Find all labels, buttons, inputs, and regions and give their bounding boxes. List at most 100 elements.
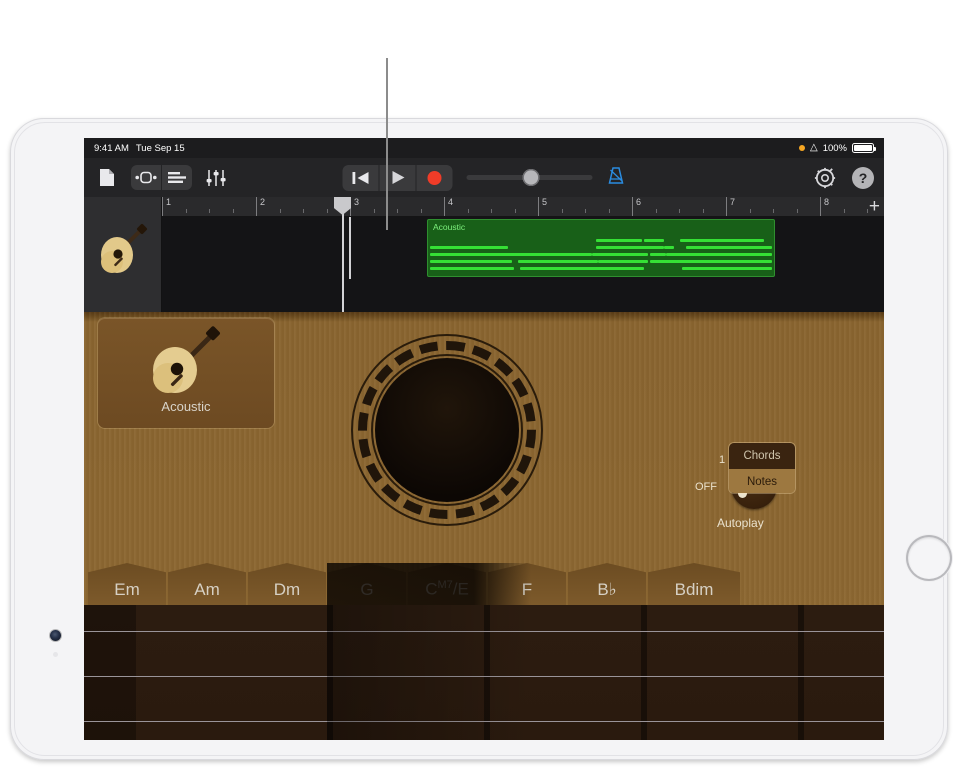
- chord-button-dm[interactable]: Dm: [248, 563, 326, 605]
- chords-mode-button[interactable]: Chords: [729, 443, 795, 469]
- chords-notes-switch: Chords Notes: [728, 442, 796, 494]
- ruler-beat-tick: [209, 209, 210, 213]
- volume-slider-thumb[interactable]: [523, 169, 540, 186]
- chord-button-cmaj7-e[interactable]: CM7/E: [408, 563, 486, 605]
- chord-label: B♭: [597, 580, 616, 600]
- chord-button-am[interactable]: Am: [168, 563, 246, 605]
- status-bar: 9:41 AM Tue Sep 15 △ 100%: [84, 138, 884, 158]
- ruler-beat-tick: [515, 209, 516, 213]
- midi-note: [682, 267, 772, 270]
- midi-note: [650, 253, 666, 256]
- tracks-area: 1 2 3 4 5 6 7 8 + Acoustic: [84, 197, 884, 312]
- region-label: Acoustic: [433, 222, 465, 232]
- track-view-button[interactable]: [162, 165, 192, 190]
- autoplay-position-1[interactable]: 1: [719, 454, 725, 466]
- midi-note: [430, 267, 514, 270]
- ipad-screen: 9:41 AM Tue Sep 15 △ 100%: [84, 138, 884, 740]
- midi-note: [684, 253, 772, 256]
- chord-button-bdim[interactable]: Bdim: [648, 563, 740, 605]
- chord-label: F: [522, 580, 532, 600]
- notes-mode-button[interactable]: Notes: [729, 469, 795, 494]
- autoplay-label: Autoplay: [717, 516, 764, 530]
- master-volume-slider[interactable]: [467, 175, 593, 180]
- mixer-button[interactable]: [201, 165, 231, 190]
- midi-note: [680, 239, 764, 242]
- ruler-bar-5: 5: [538, 197, 547, 217]
- record-icon: [428, 171, 442, 185]
- ruler-beat-tick: [303, 209, 304, 213]
- chord-button-em[interactable]: Em: [88, 563, 166, 605]
- playhead[interactable]: [342, 197, 344, 312]
- midi-note: [430, 246, 508, 249]
- ruler-bar-8: 8: [820, 197, 829, 217]
- home-button[interactable]: [908, 537, 950, 579]
- mixer-faders-icon: [206, 169, 226, 187]
- main-toolbar: ?: [84, 158, 884, 197]
- help-button[interactable]: ?: [852, 167, 874, 189]
- guitar-fretboard[interactable]: [84, 605, 884, 740]
- ruler-beat-tick: [491, 209, 492, 213]
- midi-note: [596, 246, 650, 249]
- status-date: Tue Sep 15: [136, 143, 185, 154]
- ruler-beat-tick: [585, 209, 586, 213]
- ruler-beat-tick: [374, 209, 375, 213]
- add-track-button[interactable]: +: [869, 198, 880, 215]
- midi-note: [518, 260, 598, 263]
- my-songs-button[interactable]: [92, 165, 122, 190]
- recording-indicator-dot: [799, 145, 805, 151]
- midi-note: [644, 239, 664, 242]
- chord-button-bb[interactable]: B♭: [568, 563, 646, 605]
- acoustic-guitar-icon: [139, 324, 233, 398]
- track-header[interactable]: [84, 197, 162, 312]
- callout-pointer-line: [386, 58, 388, 230]
- ruler-beat-tick: [656, 209, 657, 213]
- ruler-beat-tick: [797, 209, 798, 213]
- chord-label: Dm: [274, 580, 300, 600]
- chord-label: Am: [194, 580, 220, 600]
- transport-controls: [343, 165, 453, 191]
- midi-note: [686, 246, 772, 249]
- midi-note: [664, 246, 674, 249]
- midi-note: [646, 246, 664, 249]
- timeline-ruler[interactable]: 1 2 3 4 5 6 7 8 +: [162, 197, 884, 217]
- loop-browser-button[interactable]: [131, 165, 161, 190]
- ruler-beat-tick: [421, 209, 422, 213]
- ruler-beat-tick: [186, 209, 187, 213]
- ruler-beat-tick: [679, 209, 680, 213]
- track-view-icon: [167, 171, 187, 184]
- track-lane[interactable]: Acoustic: [162, 217, 884, 312]
- ruler-beat-tick: [233, 209, 234, 213]
- play-button[interactable]: [380, 165, 416, 191]
- settings-button[interactable]: [814, 167, 836, 189]
- guitar-string[interactable]: [84, 632, 884, 677]
- guitar-soundhole: [351, 334, 543, 526]
- record-button[interactable]: [417, 165, 453, 191]
- instrument-preset-card[interactable]: Acoustic: [98, 318, 274, 428]
- midi-region[interactable]: Acoustic: [427, 219, 775, 277]
- midi-note: [596, 239, 642, 242]
- ipad-device: 9:41 AM Tue Sep 15 △ 100%: [10, 118, 948, 760]
- chord-button-f[interactable]: F: [488, 563, 566, 605]
- document-icon: [99, 168, 115, 187]
- wifi-icon: △: [810, 143, 818, 153]
- rewind-button[interactable]: [343, 165, 379, 191]
- metronome-button[interactable]: [607, 166, 626, 190]
- chord-button-g[interactable]: G: [328, 563, 406, 605]
- guitar-string[interactable]: [84, 605, 884, 632]
- chord-strip: Em Am Dm G CM7/E F B♭ Bdim: [84, 563, 884, 605]
- chord-label: G: [360, 580, 373, 600]
- midi-note: [430, 260, 512, 263]
- ruler-beat-tick: [750, 209, 751, 213]
- midi-note: [600, 267, 644, 270]
- battery-icon: [852, 143, 874, 153]
- guitar-string[interactable]: [84, 677, 884, 722]
- ruler-beat-tick: [468, 209, 469, 213]
- status-time: 9:41 AM: [94, 143, 129, 154]
- ambient-light-sensor: [53, 652, 58, 657]
- question-mark-icon: ?: [852, 167, 874, 189]
- autoplay-position-off[interactable]: OFF: [695, 481, 717, 493]
- guitar-instrument-panel: Acoustic OFF 1 2 3 4 Autoplay Chor: [84, 312, 884, 740]
- ruler-bar-4: 4: [444, 197, 453, 217]
- guitar-string[interactable]: [84, 722, 884, 740]
- ruler-beat-tick: [562, 209, 563, 213]
